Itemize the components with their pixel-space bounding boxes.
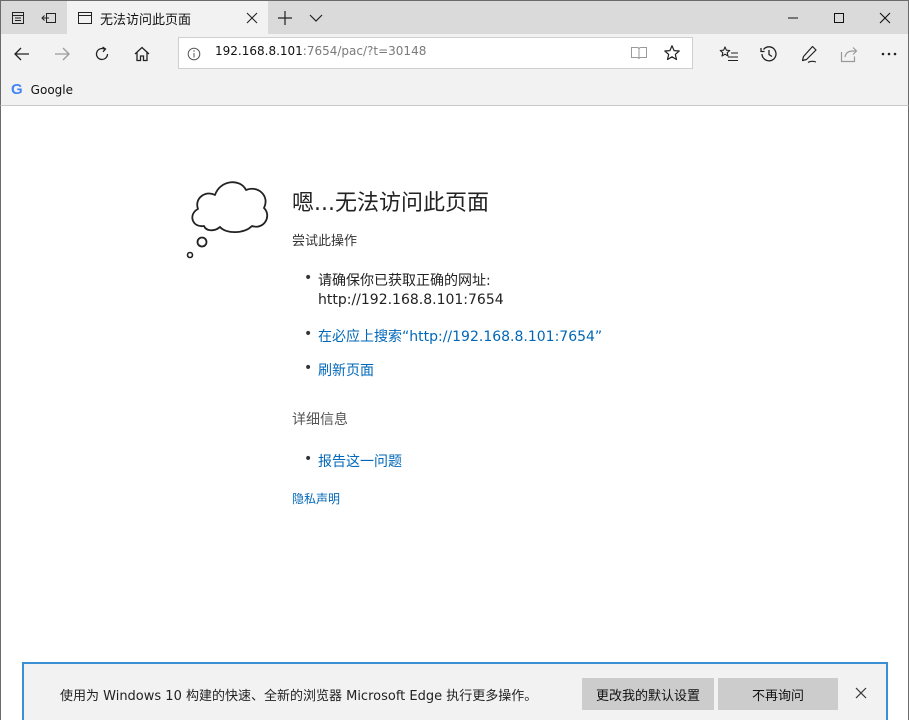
url-text[interactable]: 192.168.8.101:7654/pac/?t=30148 <box>215 44 426 58</box>
more-icon[interactable] <box>877 42 901 66</box>
report-problem-link[interactable]: 报告这一问题 <box>318 451 402 471</box>
details-label[interactable]: 详细信息 <box>292 409 348 429</box>
refresh-page-link[interactable]: 刷新页面 <box>318 360 374 380</box>
history-icon[interactable] <box>757 42 781 66</box>
title-bar: 无法访问此页面 <box>0 0 909 35</box>
navigation-bar: 192.168.8.101:7654/pac/?t=30148 <box>0 34 909 74</box>
tab-preview-chevron-icon[interactable] <box>305 7 327 29</box>
favorites-list-icon[interactable] <box>717 42 741 66</box>
set-tabs-aside-icon[interactable] <box>38 7 60 29</box>
notification-text: 使用为 Windows 10 构建的快速、全新的浏览器 Microsoft Ed… <box>60 689 538 704</box>
close-window-icon[interactable] <box>862 1 908 35</box>
minimize-icon[interactable] <box>770 1 816 35</box>
check-address-url: http://192.168.8.101:7654 <box>318 292 504 308</box>
maximize-icon[interactable] <box>816 1 862 35</box>
home-icon[interactable] <box>130 42 154 66</box>
info-icon[interactable] <box>187 46 201 65</box>
error-heading: 嗯...无法访问此页面 <box>292 191 489 216</box>
thought-cloud-icon <box>182 176 272 266</box>
favorite-star-icon[interactable] <box>663 44 681 66</box>
favorite-item-google[interactable]: G Google <box>11 81 73 98</box>
address-bar[interactable]: 192.168.8.101:7654/pac/?t=30148 <box>178 37 693 69</box>
google-icon: G <box>11 81 23 98</box>
tab-title: 无法访问此页面 <box>100 13 192 28</box>
pen-icon[interactable] <box>797 42 821 66</box>
check-address-text: 请确保你已获取正确的网址: <box>318 273 491 289</box>
try-this-label: 尝试此操作 <box>292 234 358 249</box>
forward-icon[interactable] <box>50 42 74 66</box>
close-tab-icon[interactable] <box>245 10 259 29</box>
favorites-bar: G Google <box>0 74 909 106</box>
share-icon[interactable] <box>837 42 861 66</box>
close-notification-icon[interactable] <box>854 685 868 704</box>
page-icon <box>77 10 93 30</box>
refresh-icon[interactable] <box>90 42 114 66</box>
privacy-statement-link[interactable]: 隐私声明 <box>292 490 340 507</box>
favorite-label: Google <box>30 82 73 97</box>
tab-manager-icon[interactable] <box>7 7 29 29</box>
new-tab-icon[interactable] <box>274 7 296 29</box>
reading-view-icon[interactable] <box>630 45 648 65</box>
back-icon[interactable] <box>10 42 34 66</box>
dont-ask-again-button[interactable]: 不再询问 <box>718 678 838 710</box>
change-default-button[interactable]: 更改我的默认设置 <box>582 678 714 710</box>
search-bing-link[interactable]: 在必应上搜索“http://192.168.8.101:7654” <box>318 326 602 346</box>
active-tab[interactable]: 无法访问此页面 <box>67 1 268 35</box>
default-browser-notification: 使用为 Windows 10 构建的快速、全新的浏览器 Microsoft Ed… <box>22 662 888 720</box>
